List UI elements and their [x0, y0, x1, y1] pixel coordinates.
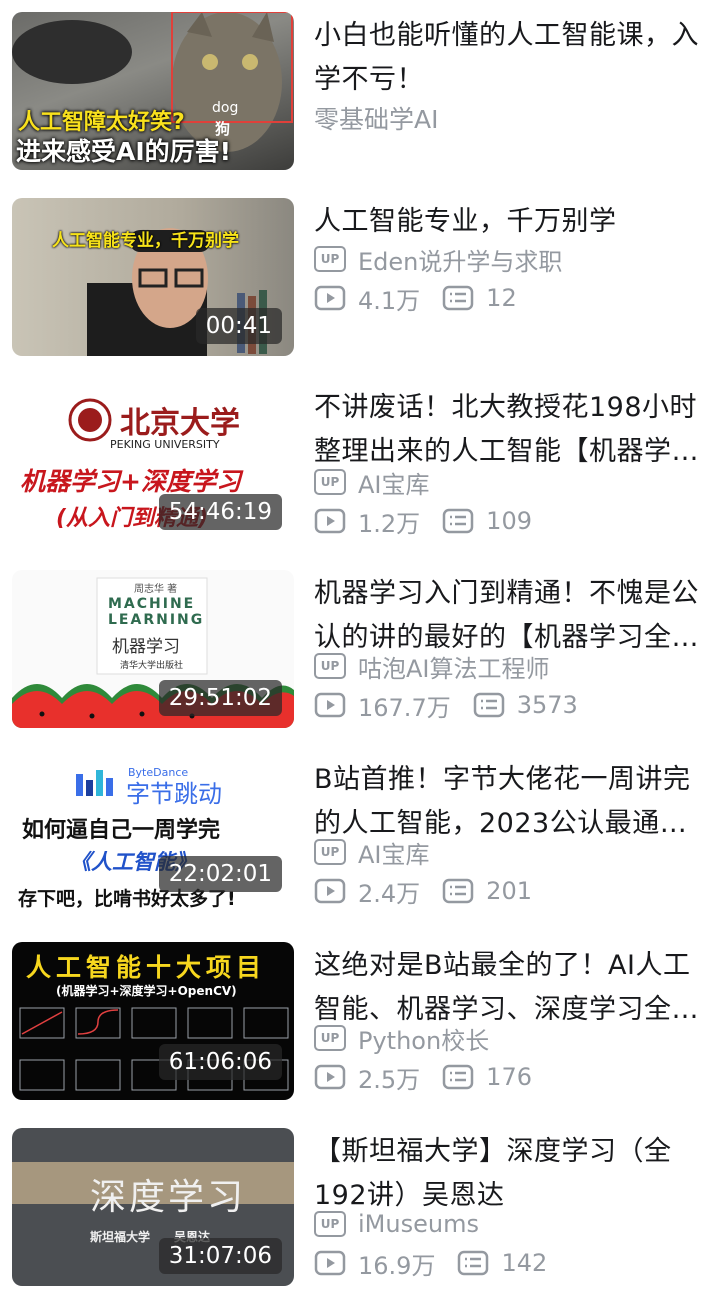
video-card[interactable]: ByteDance 字节跳动 如何逼自己一周学完 《人工智能》 存下吧，比啃书好…	[0, 744, 720, 930]
up-badge: UP	[314, 1025, 346, 1051]
view-count: 4.1万	[358, 286, 421, 315]
video-title[interactable]: 机器学习入门到精通！不愧是公认的讲的最好的【机器学习全套教程】	[314, 572, 710, 660]
stats-row: 4.1万 12	[314, 280, 517, 316]
danmaku-count-icon	[442, 285, 474, 311]
thumb-tag-en: dog	[212, 100, 239, 116]
duration-badge: 22:02:01	[158, 856, 282, 892]
video-thumbnail[interactable]: 人工智能专业，千万别学 00:41	[12, 198, 294, 356]
thumb-caption: 深度学习	[90, 1177, 247, 1218]
danmaku-count: 12	[486, 284, 517, 312]
thumb-caption-1: 人工智能十大项目	[26, 953, 267, 982]
video-thumbnail[interactable]: 人工智能十大项目 (机器学习+深度学习+OpenCV) 61:06:06	[12, 942, 294, 1100]
video-card[interactable]: dog 狗 人工智障太好笑? 进来感受AI的厉害! 小白也能听懂的人工智能课，入…	[0, 0, 720, 186]
stats-row: 2.4万 201	[314, 873, 532, 909]
video-title[interactable]: 人工智能专业，千万别学	[314, 200, 710, 244]
stats-row: 1.2万 109	[314, 503, 532, 539]
thumb-caption: 机器学习+深度学习	[20, 467, 241, 496]
danmaku-count: 142	[501, 1249, 548, 1277]
thumb-school: 斯坦福大学	[90, 1230, 151, 1244]
duration-badge: 54:46:19	[158, 494, 282, 530]
view-count: 1.2万	[358, 509, 421, 538]
thumb-book-en-1: MACHINE	[108, 596, 196, 612]
thumb-university: 北京大学	[120, 406, 240, 441]
uploader-row[interactable]: UP Python校长	[314, 1020, 489, 1056]
danmaku-count: 176	[486, 1063, 532, 1091]
stats-row: 167.7万 3573	[314, 687, 578, 723]
thumb-university-en: PEKING UNIVERSITY	[110, 438, 220, 451]
video-card[interactable]: 人工智能十大项目 (机器学习+深度学习+OpenCV) 61:06:06 这绝对…	[0, 930, 720, 1116]
play-count-icon	[314, 878, 346, 904]
play-count-icon	[314, 692, 346, 718]
thumb-caption-2: 进来感受AI的厉害!	[16, 137, 232, 166]
up-badge: UP	[314, 653, 346, 679]
uploader-name[interactable]: Eden说升学与求职	[358, 242, 562, 277]
view-count: 2.5万	[358, 1065, 421, 1094]
duration-badge: 29:51:02	[158, 680, 282, 716]
video-card[interactable]: 周志华 著 MACHINE LEARNING 机器学习 清华大学出版社 29:5…	[0, 558, 720, 744]
video-title[interactable]: 小白也能听懂的人工智能课，入学不亏！	[314, 14, 710, 102]
video-card[interactable]: 人工智能专业，千万别学 00:41 人工智能专业，千万别学 UP Eden说升学…	[0, 186, 720, 372]
play-count-icon	[314, 1250, 346, 1276]
danmaku-count: 3573	[516, 691, 578, 719]
danmaku-count-icon	[458, 1250, 489, 1276]
uploader-name[interactable]: AI宝库	[358, 835, 430, 870]
danmaku-count: 109	[486, 507, 532, 535]
video-thumbnail[interactable]: ByteDance 字节跳动 如何逼自己一周学完 《人工智能》 存下吧，比啃书好…	[12, 756, 294, 914]
thumb-caption: 人工智能专业，千万别学	[52, 231, 239, 251]
uploader-name[interactable]: iMuseums	[358, 1210, 479, 1238]
thumb-author: 周志华 著	[134, 584, 178, 595]
uploader-name[interactable]: 零基础学AI	[314, 100, 438, 136]
uploader-row[interactable]: UP AI宝库	[314, 464, 430, 500]
thumb-brand-cn: 字节跳动	[126, 780, 222, 808]
danmaku-count: 201	[486, 877, 532, 905]
thumb-publisher: 清华大学出版社	[120, 661, 184, 671]
up-badge: UP	[314, 839, 346, 865]
up-badge: UP	[314, 246, 346, 272]
up-badge: UP	[314, 1211, 346, 1237]
video-thumbnail[interactable]: 北京大学 PEKING UNIVERSITY 机器学习+深度学习 (从入门到精通…	[12, 384, 294, 542]
stats-row: 2.5万 176	[314, 1059, 532, 1095]
thumb-book-cn: 机器学习	[112, 637, 180, 657]
duration-badge: 31:07:06	[158, 1238, 282, 1274]
duration-badge: 00:41	[195, 308, 282, 344]
uploader-name[interactable]: AI宝库	[358, 465, 430, 500]
view-count: 16.9万	[358, 1251, 436, 1280]
duration-badge: 61:06:06	[158, 1044, 282, 1080]
video-title[interactable]: 【斯坦福大学】深度学习（全192讲）吴恩达	[314, 1130, 710, 1218]
video-card[interactable]: 北京大学 PEKING UNIVERSITY 机器学习+深度学习 (从入门到精通…	[0, 372, 720, 558]
danmaku-count-icon	[442, 878, 474, 904]
video-title[interactable]: 不讲废话！北大教授花198小时整理出来的人工智能【机器学习+深度学习】从入门到精…	[314, 386, 710, 474]
uploader-row[interactable]: UP 咕泡AI算法工程师	[314, 648, 550, 684]
uploader-row[interactable]: UP Eden说升学与求职	[314, 241, 562, 277]
video-title[interactable]: 这绝对是B站最全的了！AI人工智能、机器学习、深度学习全套教程	[314, 944, 710, 1032]
up-badge: UP	[314, 469, 346, 495]
uploader-name[interactable]: 咕泡AI算法工程师	[358, 649, 550, 684]
danmaku-count-icon	[473, 692, 504, 718]
uploader-row[interactable]: UP AI宝库	[314, 834, 430, 870]
thumb-caption-2: (机器学习+深度学习+OpenCV)	[56, 984, 237, 998]
video-thumbnail[interactable]: 深度学习 斯坦福大学 吴恩达 31:07:06	[12, 1128, 294, 1286]
play-count-icon	[314, 1064, 346, 1090]
video-thumbnail[interactable]: dog 狗 人工智障太好笑? 进来感受AI的厉害!	[12, 12, 294, 170]
danmaku-count-icon	[442, 508, 474, 534]
uploader-row[interactable]: UP iMuseums	[314, 1206, 479, 1242]
danmaku-count-icon	[442, 1064, 474, 1090]
play-count-icon	[314, 508, 346, 534]
video-card[interactable]: 深度学习 斯坦福大学 吴恩达 31:07:06 【斯坦福大学】深度学习（全192…	[0, 1116, 720, 1302]
video-thumbnail[interactable]: 周志华 著 MACHINE LEARNING 机器学习 清华大学出版社 29:5…	[12, 570, 294, 728]
view-count: 167.7万	[358, 693, 451, 722]
video-title[interactable]: B站首推！字节大佬花一周讲完的人工智能，2023公认最通俗易懂的教程	[314, 758, 710, 846]
uploader-name[interactable]: Python校长	[358, 1021, 489, 1056]
stats-row: 16.9万 142	[314, 1245, 547, 1281]
thumb-caption-1: 如何逼自己一周学完	[22, 818, 221, 843]
view-count: 2.4万	[358, 879, 421, 908]
play-count-icon	[314, 285, 346, 311]
thumb-book-en-2: LEARNING	[108, 612, 205, 628]
